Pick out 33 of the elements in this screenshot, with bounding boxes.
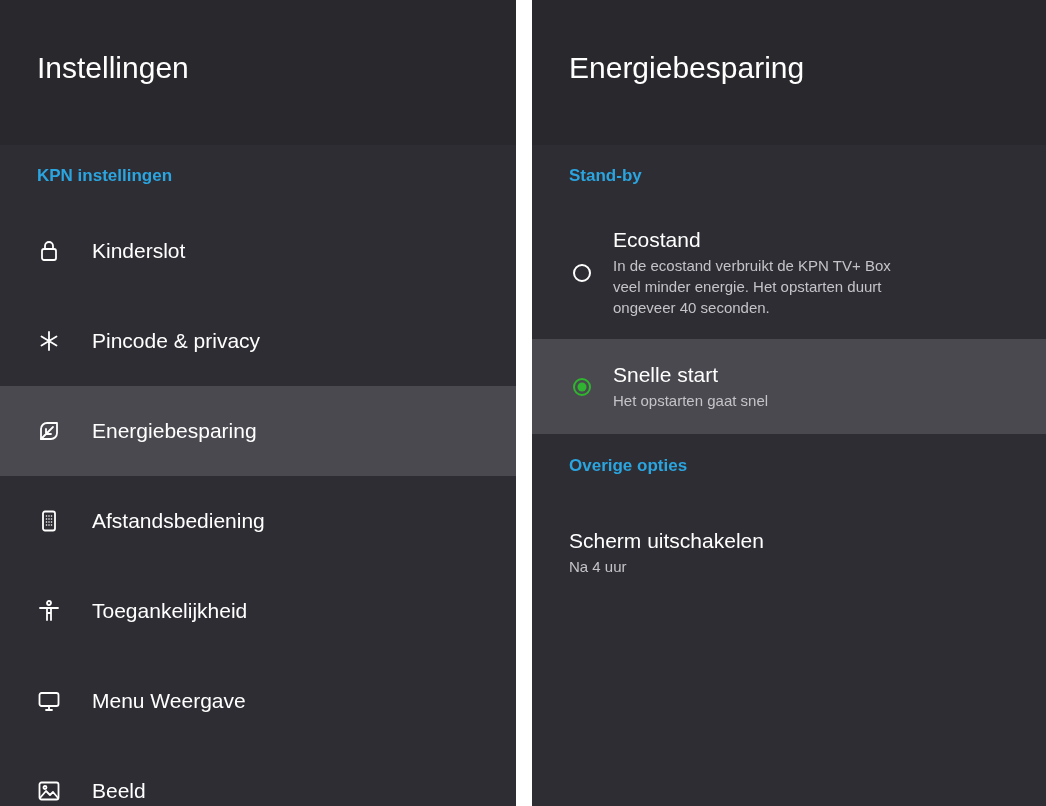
- menu-item[interactable]: Kinderslot: [0, 206, 516, 296]
- radio-button[interactable]: [573, 377, 591, 396]
- section-header: Stand-by: [569, 164, 642, 187]
- option-description: Het opstarten gaat snel: [613, 391, 770, 411]
- menu-item-label: Afstandsbediening: [92, 508, 265, 534]
- menu-item[interactable]: Beeld: [0, 746, 516, 806]
- menu-item-label: Menu Weergave: [92, 688, 246, 714]
- setting-item[interactable]: Scherm uitschakelen Na 4 uur: [532, 497, 1046, 601]
- page-title: Energiebesparing: [569, 49, 805, 86]
- menu-item[interactable]: Afstandsbediening: [0, 476, 516, 566]
- leaf-icon: [37, 419, 61, 443]
- image-icon: [37, 779, 61, 803]
- section-header: KPN instellingen: [37, 164, 173, 187]
- radio-option[interactable]: Snelle start Het opstarten gaat snel: [532, 339, 1046, 434]
- menu-item-label: Toegankelijkheid: [92, 598, 248, 624]
- menu-item-label: Beeld: [92, 778, 146, 804]
- menu-item-label: Kinderslot: [92, 238, 186, 264]
- menu-item[interactable]: Pincode & privacy: [0, 296, 516, 386]
- menu-item[interactable]: Menu Weergave: [0, 656, 516, 746]
- menu-item-label: Pincode & privacy: [92, 328, 261, 354]
- accessibility-icon: [37, 599, 61, 623]
- monitor-icon: [37, 689, 61, 713]
- menu-item[interactable]: Toegankelijkheid: [0, 566, 516, 656]
- setting-value: Na 4 uur: [569, 557, 628, 577]
- option-title: Snelle start: [613, 362, 720, 388]
- option-title: Ecostand: [613, 227, 702, 253]
- setting-title: Scherm uitschakelen: [569, 528, 765, 554]
- page-title: Instellingen: [37, 49, 189, 86]
- option-description: In de ecostand verbruikt de KPN TV+ Box veel minder energie. Het opstarten duurt ongeveer 40 seconden.: [613, 256, 892, 318]
- radio-option[interactable]: Ecostand In de ecostand verbruikt de KPN TV+ Box veel minder energie. Het opstarten duurt ongeveer 40 seconden.: [532, 206, 1046, 339]
- section-header: Overige opties: [569, 454, 688, 477]
- menu-item[interactable]: Energiebesparing: [0, 386, 516, 476]
- menu-item-label: Energiebesparing: [92, 418, 257, 444]
